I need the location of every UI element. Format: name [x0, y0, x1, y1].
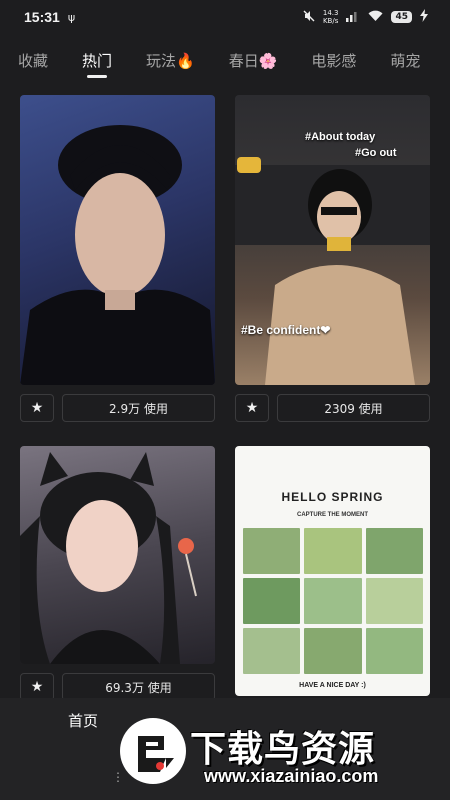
- use-template-button[interactable]: 69.3万 使用: [62, 673, 215, 701]
- bird-logo-icon: [120, 718, 186, 784]
- watermark: 下载鸟资源 www.xiazainiao.com: [120, 714, 420, 794]
- star-icon: ★: [245, 400, 259, 416]
- nav-home[interactable]: 首页: [68, 710, 98, 731]
- card-actions: ★ 69.3万 使用: [20, 673, 215, 701]
- status-right-group: 14.3 KB/s 45: [303, 9, 428, 25]
- status-time: 15:31: [24, 9, 60, 25]
- star-icon: ★: [30, 679, 44, 695]
- photo-mosaic: [243, 528, 423, 674]
- card-caption: CAPTURE THE MOMENT: [297, 512, 368, 518]
- tab-pets[interactable]: 萌宠: [390, 42, 420, 78]
- template-card[interactable]: ★ 69.3万 使用: [20, 446, 215, 701]
- network-speed-unit: KB/s: [322, 17, 339, 25]
- watermark-title: 下载鸟资源: [190, 729, 376, 770]
- use-template-button[interactable]: 2.9万 使用: [62, 394, 215, 422]
- card-caption: HAVE A NICE DAY :): [299, 682, 366, 689]
- tab-favorites[interactable]: 收藏: [18, 42, 48, 78]
- template-thumbnail[interactable]: #About today #Go out #Be confident❤: [235, 95, 430, 385]
- template-card[interactable]: ★ 2.9万 使用: [20, 95, 215, 422]
- tab-spring[interactable]: 春日🌸: [229, 42, 278, 78]
- category-tabs: 收藏 热门 玩法🔥 春日🌸 电影感 萌宠: [0, 42, 450, 82]
- tab-hot[interactable]: 热门: [82, 42, 112, 78]
- card-caption: #Go out: [355, 147, 397, 159]
- card-caption: #About today: [305, 131, 376, 143]
- card-actions: ★ 2.9万 使用: [20, 394, 215, 422]
- card-caption: #Be confident❤: [241, 323, 331, 337]
- favorite-button[interactable]: ★: [20, 673, 54, 701]
- template-thumbnail[interactable]: [20, 95, 215, 385]
- charging-icon: [420, 9, 428, 25]
- tab-cinematic[interactable]: 电影感: [311, 42, 356, 78]
- battery-level: 45: [391, 11, 412, 23]
- mute-icon: [303, 10, 315, 25]
- signal-icon: [346, 10, 360, 25]
- star-icon: ★: [30, 400, 44, 416]
- status-bar: 15:31 ψ 14.3 KB/s 45: [0, 0, 450, 34]
- card-actions: ★ 2309 使用: [235, 394, 430, 422]
- template-card[interactable]: #About today #Go out #Be confident❤ ★ 23…: [235, 95, 430, 422]
- usb-icon: ψ: [67, 10, 76, 24]
- card-caption: HELLO SPRING: [281, 490, 384, 504]
- template-card[interactable]: HELLO SPRING CAPTURE THE MOMENT HAVE A N…: [235, 446, 430, 696]
- favorite-button[interactable]: ★: [235, 394, 269, 422]
- favorite-button[interactable]: ★: [20, 394, 54, 422]
- network-speed: 14.3 KB/s: [323, 9, 339, 25]
- template-thumbnail[interactable]: HELLO SPRING CAPTURE THE MOMENT HAVE A N…: [235, 446, 430, 696]
- template-thumbnail[interactable]: [20, 446, 215, 664]
- network-speed-value: 14.3: [322, 9, 339, 17]
- tab-gameplay[interactable]: 玩法🔥: [146, 42, 195, 78]
- watermark-url: www.xiazainiao.com: [204, 766, 379, 786]
- use-template-button[interactable]: 2309 使用: [277, 394, 430, 422]
- wifi-icon: [368, 10, 383, 25]
